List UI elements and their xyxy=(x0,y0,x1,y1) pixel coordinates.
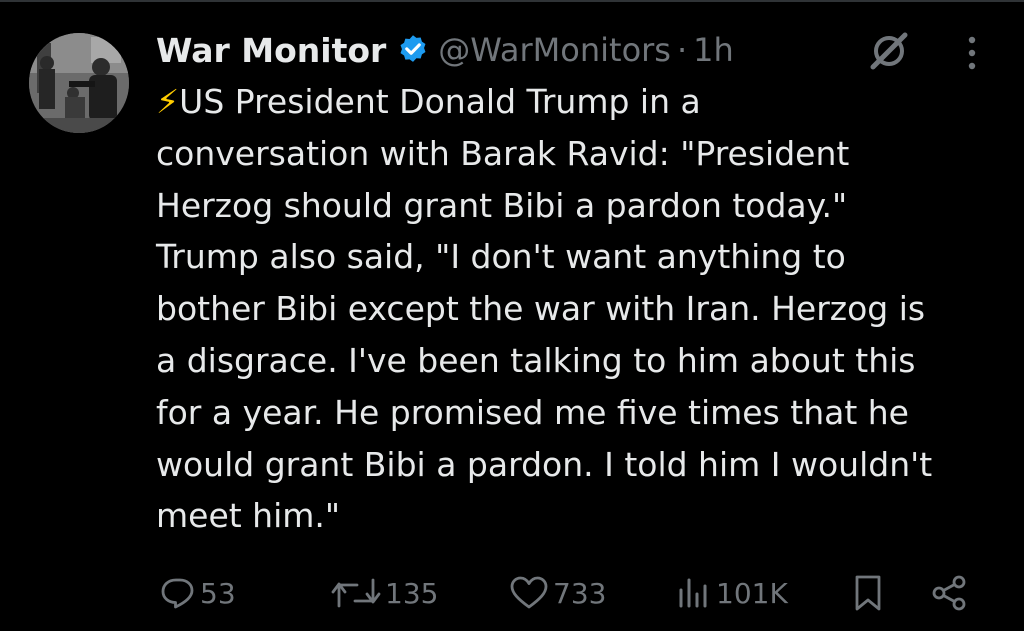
author-handle[interactable]: @WarMonitors xyxy=(438,31,671,69)
tweet-header: War Monitor @WarMonitors · 1h xyxy=(156,26,734,74)
more-icon[interactable] xyxy=(952,30,992,74)
repost-icon xyxy=(331,575,381,611)
tweet-line: Trump also said, "I don't want anything … xyxy=(156,237,846,277)
top-divider xyxy=(0,0,1024,2)
lightning-bolt-icon: ⚡ xyxy=(156,82,180,121)
tweet-line: Herzog should grant Bibi a pardon today.… xyxy=(156,185,848,225)
verified-badge-icon[interactable] xyxy=(396,33,430,67)
action-bar: 53 135 733 101K xyxy=(0,566,1024,620)
reply-count: 53 xyxy=(200,576,236,610)
bookmark-button[interactable] xyxy=(850,566,886,620)
reply-icon xyxy=(160,575,196,611)
like-button[interactable]: 733 xyxy=(509,566,606,620)
separator-dot: · xyxy=(676,31,688,69)
tweet-line: conversation with Barak Ravid: "Presiden… xyxy=(156,133,850,173)
tweet-line: bother Bibi except the war with Iran. He… xyxy=(156,289,926,329)
tweet-line: would grant Bibi a pardon. I told him I … xyxy=(156,444,933,484)
views-icon xyxy=(676,575,712,611)
share-icon xyxy=(929,573,971,613)
bookmark-icon xyxy=(850,573,886,613)
avatar[interactable] xyxy=(29,33,129,133)
tweet-line: a disgrace. I've been talking to him abo… xyxy=(156,340,916,380)
tweet-text: ⚡US President Donald Trump in a conversa… xyxy=(156,76,996,542)
views-count: 101K xyxy=(716,576,788,610)
tweet-line: for a year. He promised me five times th… xyxy=(156,392,909,432)
like-count: 733 xyxy=(553,576,607,610)
share-button[interactable] xyxy=(929,566,971,620)
grok-icon[interactable] xyxy=(866,28,912,74)
views-button[interactable]: 101K xyxy=(676,566,788,620)
tweet-line: meet him." xyxy=(156,496,341,536)
tweet-line: ⚡US President Donald Trump in a xyxy=(156,82,701,121)
timestamp[interactable]: 1h xyxy=(693,31,734,69)
like-icon xyxy=(509,575,549,611)
repost-button[interactable]: 135 xyxy=(331,566,438,620)
author-name[interactable]: War Monitor xyxy=(156,31,386,70)
reply-button[interactable]: 53 xyxy=(160,566,236,620)
repost-count: 135 xyxy=(385,576,439,610)
